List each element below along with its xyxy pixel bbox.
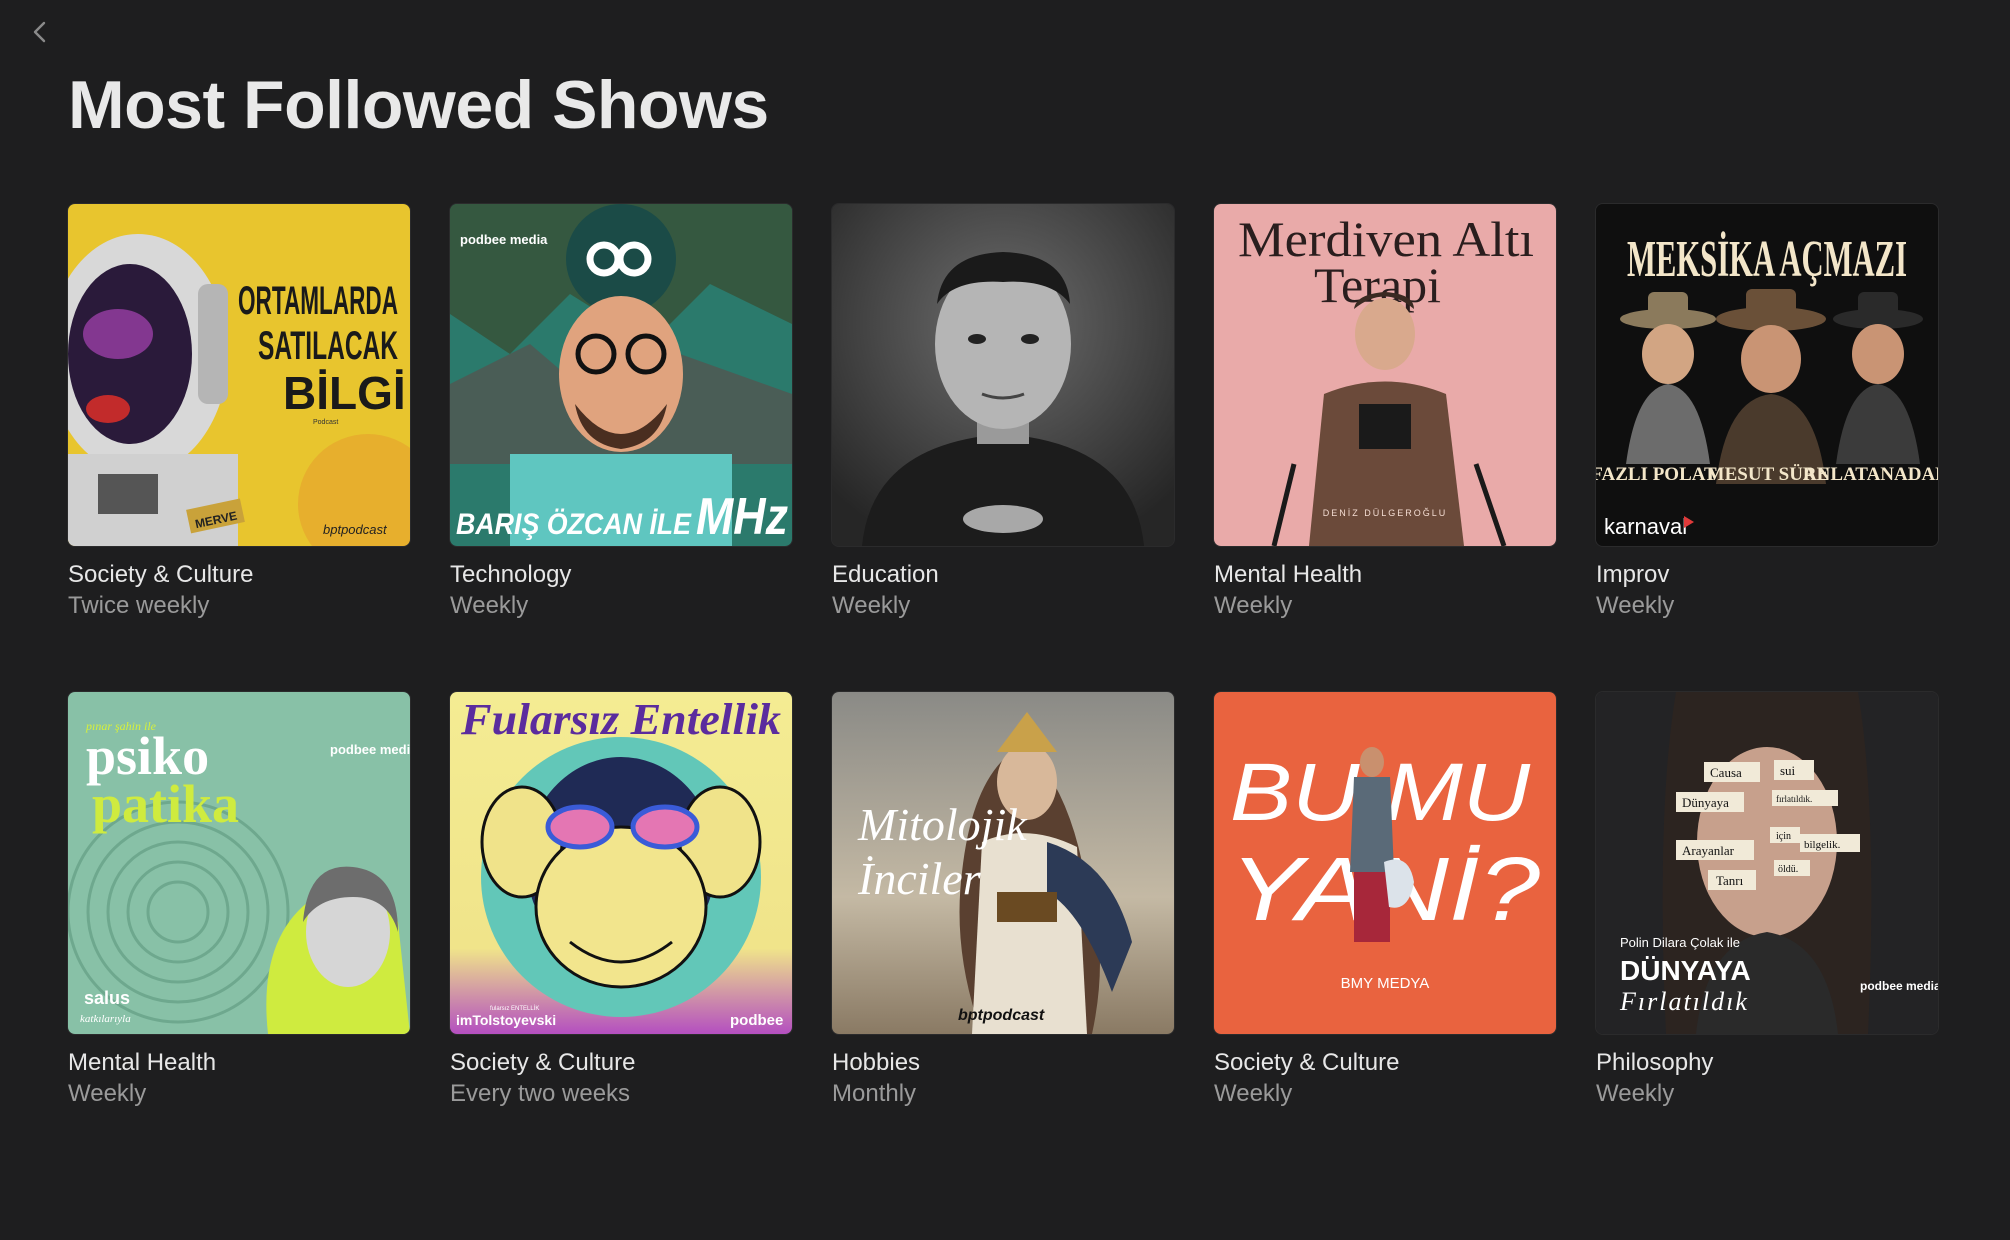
- artwork-brand: podbee: [730, 1012, 783, 1029]
- show-frequency: Monthly: [832, 1080, 917, 1107]
- artwork-title: Fularsız Entellik: [460, 695, 781, 744]
- show-genre: Mental Health: [68, 1049, 217, 1076]
- back-button[interactable]: [26, 18, 54, 46]
- show-artwork[interactable]: Mitolojik İnciler bptpodcast: [832, 692, 1174, 1034]
- artwork-name-3: ANLATANADAM: [1803, 464, 1938, 485]
- artwork-host: Polin Dilara Çolak ile: [1620, 935, 1740, 950]
- svg-text:ORTAMLARDA: ORTAMLARDA: [238, 279, 398, 323]
- artwork-title-1: Mitolojik: [857, 799, 1028, 850]
- artwork-dunyaya: Causa sui Dünyaya fırlatıldık. için Aray…: [1596, 692, 1938, 1034]
- show-card[interactable]: Education Weekly: [832, 204, 1174, 622]
- artwork-brand: podbee media: [1860, 979, 1938, 993]
- artwork-meksika: MEKSİKA AÇMAZI FAZLI POLAT MESUT SÜRE AN…: [1596, 204, 1938, 546]
- show-frequency: Every two weeks: [450, 1080, 631, 1107]
- show-card[interactable]: MERVE ORTAMLARDA SATILACAK BİLGİ Podcast…: [68, 204, 410, 622]
- show-card[interactable]: pınar şahin ile psiko patika podbee medi…: [68, 692, 410, 1110]
- svg-text:SATILACAK: SATILACAK: [258, 324, 398, 368]
- show-artwork[interactable]: Causa sui Dünyaya fırlatıldık. için Aray…: [1596, 692, 1938, 1034]
- artwork-ortamlarda: MERVE ORTAMLARDA SATILACAK BİLGİ Podcast…: [68, 204, 410, 546]
- artwork-title-1: DÜNYAYA: [1620, 955, 1751, 986]
- artwork-portrait: [832, 204, 1174, 546]
- artwork-word-1: Causa: [1710, 765, 1742, 780]
- chevron-left-icon: [33, 21, 46, 43]
- artwork-brand: bptpodcast: [323, 522, 388, 537]
- show-artwork[interactable]: pınar şahin ile psiko patika podbee medi…: [68, 692, 410, 1034]
- artwork-word-7: bilgelik.: [1804, 839, 1841, 851]
- show-card[interactable]: Fularsız Entellik fularsız ENTELLİK imTo…: [450, 692, 792, 1110]
- svg-text:BİLGİ: BİLGİ: [283, 367, 406, 419]
- artwork-handle-top: fularsız ENTELLİK: [490, 1005, 539, 1012]
- artwork-word-8: öldü.: [1778, 864, 1798, 875]
- artwork-name-1: FAZLI POLAT: [1596, 464, 1717, 485]
- show-genre: Society & Culture: [68, 561, 254, 588]
- artwork-mhz: podbee media BARIŞ ÖZCAN İLE MHz: [450, 204, 792, 546]
- artwork-host: DENİZ DÜLGEROĞLU: [1323, 508, 1448, 518]
- artwork-word-9: Tanrı: [1716, 873, 1744, 888]
- show-artwork[interactable]: Fularsız Entellik fularsız ENTELLİK imTo…: [450, 692, 792, 1034]
- show-genre: Society & Culture: [1214, 1049, 1400, 1076]
- artwork-word-6: Arayanlar: [1682, 843, 1735, 858]
- show-card[interactable]: podbee media BARIŞ ÖZCAN İLE MHz Technol…: [450, 204, 792, 622]
- artwork-merdiven: Merdiven Altı Terapi DENİZ DÜLGEROĞLU: [1214, 204, 1556, 546]
- artwork-title-2: Fırlatıldık: [1619, 987, 1749, 1016]
- artwork-brand: podbee media: [460, 232, 548, 247]
- artwork-brand: bptpodcast: [958, 1007, 1045, 1024]
- artwork-title: MEKSİKA AÇMAZI: [1627, 231, 1907, 288]
- artwork-handle: imTolstoyevski: [456, 1012, 556, 1028]
- artwork-brand: karnaval: [1604, 514, 1687, 539]
- artwork-sponsor-sub: katkılarıyla: [80, 1013, 131, 1025]
- show-artwork[interactable]: [832, 204, 1174, 546]
- show-frequency: Weekly: [1214, 1080, 1293, 1107]
- show-card[interactable]: Merdiven Altı Terapi DENİZ DÜLGEROĞLU Me…: [1214, 204, 1556, 622]
- show-card[interactable]: Causa sui Dünyaya fırlatıldık. için Aray…: [1596, 692, 1938, 1110]
- show-frequency: Twice weekly: [68, 592, 210, 619]
- artwork-psikopatika: pınar şahin ile psiko patika podbee medi…: [68, 692, 410, 1034]
- show-frequency: Weekly: [450, 592, 529, 619]
- show-frequency: Weekly: [1596, 592, 1675, 619]
- show-frequency: Weekly: [1214, 592, 1293, 619]
- show-genre: Improv: [1596, 561, 1670, 588]
- artwork-small-label: Podcast: [313, 419, 338, 426]
- artwork-title-2: İnciler: [857, 853, 982, 904]
- show-artwork[interactable]: podbee media BARIŞ ÖZCAN İLE MHz: [450, 204, 792, 546]
- show-frequency: Weekly: [68, 1080, 147, 1107]
- artwork-word-2: sui: [1780, 763, 1796, 778]
- page: Most Followed Shows MERVE ORTAMLARDA SAT…: [0, 0, 2010, 1240]
- shows-grid: MERVE ORTAMLARDA SATILACAK BİLGİ Podcast…: [68, 204, 1940, 1110]
- show-genre: Education: [832, 561, 939, 588]
- show-genre: Society & Culture: [450, 1049, 636, 1076]
- artwork-mitolojik: Mitolojik İnciler bptpodcast: [832, 692, 1174, 1034]
- show-genre: Philosophy: [1596, 1049, 1714, 1076]
- show-artwork[interactable]: MERVE ORTAMLARDA SATILACAK BİLGİ Podcast…: [68, 204, 410, 546]
- artwork-bumuyani: BU MU YANİ? BMY MEDYA: [1214, 692, 1556, 1034]
- artwork-fularsiz: Fularsız Entellik fularsız ENTELLİK imTo…: [450, 692, 792, 1034]
- artwork-title-2: patika: [92, 774, 239, 834]
- artwork-word-5: için: [1776, 831, 1791, 842]
- show-frequency: Weekly: [1596, 1080, 1675, 1107]
- artwork-brand: BMY MEDYA: [1341, 975, 1430, 992]
- show-frequency: Weekly: [832, 592, 911, 619]
- show-artwork[interactable]: BU MU YANİ? BMY MEDYA: [1214, 692, 1556, 1034]
- artwork-brand: podbee media: [330, 742, 410, 757]
- artwork-sponsor: salus: [84, 988, 130, 1008]
- show-genre: Technology: [450, 561, 572, 588]
- show-card[interactable]: BU MU YANİ? BMY MEDYA Society & Culture …: [1214, 692, 1556, 1110]
- show-card[interactable]: MEKSİKA AÇMAZI FAZLI POLAT MESUT SÜRE AN…: [1596, 204, 1938, 622]
- show-genre: Mental Health: [1214, 561, 1363, 588]
- artwork-word-3: Dünyaya: [1682, 795, 1729, 810]
- show-genre: Hobbies: [832, 1049, 921, 1076]
- artwork-word-4: fırlatıldık.: [1776, 794, 1812, 804]
- artwork-title: BARIŞ ÖZCAN İLE: [456, 508, 692, 541]
- page-title: Most Followed Shows: [68, 67, 769, 143]
- show-artwork[interactable]: Merdiven Altı Terapi DENİZ DÜLGEROĞLU: [1214, 204, 1556, 546]
- show-card[interactable]: Mitolojik İnciler bptpodcast Hobbies Mon…: [832, 692, 1174, 1110]
- show-artwork[interactable]: MEKSİKA AÇMAZI FAZLI POLAT MESUT SÜRE AN…: [1596, 204, 1938, 546]
- artwork-suffix: MHz: [696, 488, 788, 546]
